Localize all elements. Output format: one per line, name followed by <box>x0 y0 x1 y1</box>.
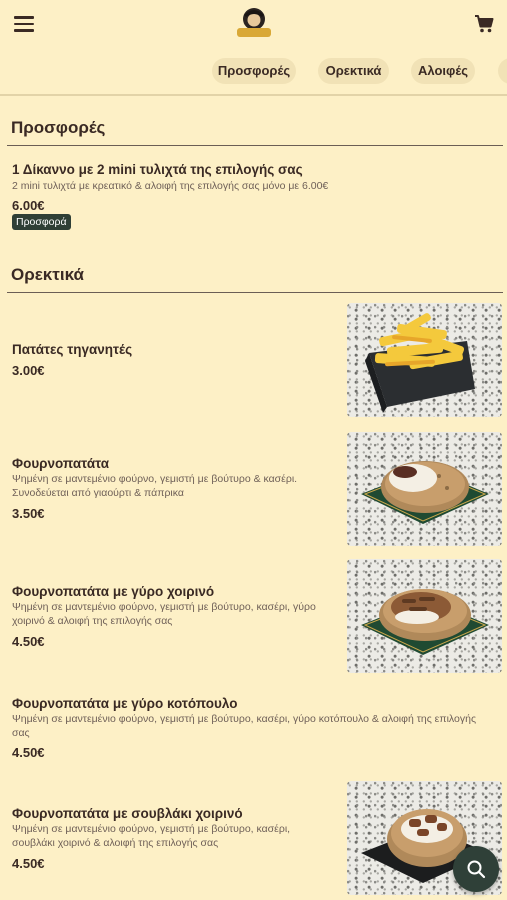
cart-icon[interactable] <box>474 14 494 34</box>
item-description-line: Ψημένη σε μαντεμένιο φούρνο, γεμιστή με … <box>12 473 298 485</box>
item-description: Ψημένη σε μαντεμένιο φούρνο, γεμιστή με … <box>12 600 316 628</box>
tab-spreads[interactable]: Αλοιφές <box>411 58 475 84</box>
item-photo[interactable] <box>347 432 502 546</box>
item-description: 2 mini τυλιχτά με κρεατικό & αλοιφή της … <box>12 180 329 192</box>
item-name: Φουρνοπατάτα με σουβλάκι χοιρινό <box>12 806 243 821</box>
item-name: 1 Δίκαννο με 2 mini τυλιχτά της επιλογής… <box>12 162 303 177</box>
search-button[interactable] <box>453 846 499 892</box>
tab-more[interactable] <box>498 58 507 84</box>
item-description-line: σας <box>12 727 30 739</box>
top-app-bar <box>0 0 507 50</box>
item-price: 4.50€ <box>12 634 45 649</box>
item-price: 3.00€ <box>12 363 45 378</box>
item-photo[interactable] <box>347 303 502 417</box>
hamburger-icon[interactable] <box>14 16 34 32</box>
item-price: 4.50€ <box>12 856 45 871</box>
section-title-offers: Προσφορές <box>11 118 106 137</box>
offer-badge: Προσφορά <box>12 214 71 230</box>
category-tabs: Προσφορές Ορεκτικά Αλοιφές <box>0 50 507 96</box>
item-description-line: Συνοδεύεται από γιαούρτι & πάπρικα <box>12 487 184 499</box>
item-description-line: Ψημένη σε μαντεμένιο φούρνο, γεμιστή με … <box>12 713 477 725</box>
section-title-appetizers: Ορεκτικά <box>11 265 84 284</box>
item-name: Φουρνοπατάτα <box>12 456 110 471</box>
item-name: Πατάτες τηγανητές <box>12 342 133 357</box>
item-name: Φουρνοπατάτα με γύρο χοιρινό <box>12 584 215 599</box>
item-description: Ψημένη σε μαντεμένιο φούρνο, γεμιστή με … <box>12 472 297 500</box>
section-divider <box>7 145 503 146</box>
item-description-line: Ψημένη σε μαντεμένιο φούρνο, γεμιστή με … <box>12 601 316 613</box>
logo[interactable] <box>234 5 274 41</box>
search-icon <box>467 860 486 879</box>
item-photo[interactable] <box>347 559 502 673</box>
item-name: Φουρνοπατάτα με γύρο κοτόπουλο <box>12 696 238 711</box>
item-description-line: χοιρινό & αλοιφή της επιλογής σας <box>12 615 173 627</box>
tab-offers[interactable]: Προσφορές <box>212 58 296 84</box>
tab-appetizers[interactable]: Ορεκτικά <box>318 58 389 84</box>
section-divider <box>7 292 503 293</box>
item-description-line: Ψημένη σε μαντεμένιο φούρνο, γεμιστή με … <box>12 823 291 835</box>
item-description: Ψημένη σε μαντεμένιο φούρνο, γεμιστή με … <box>12 712 476 740</box>
item-price: 4.50€ <box>12 745 45 760</box>
item-price: 3.50€ <box>12 506 45 521</box>
item-price: 6.00€ <box>12 198 45 213</box>
item-description: Ψημένη σε μαντεμένιο φούρνο, γεμιστή με … <box>12 822 290 850</box>
item-description-line: σουβλάκι χοιρινό & αλοιφή της επιλογής σ… <box>12 837 219 849</box>
